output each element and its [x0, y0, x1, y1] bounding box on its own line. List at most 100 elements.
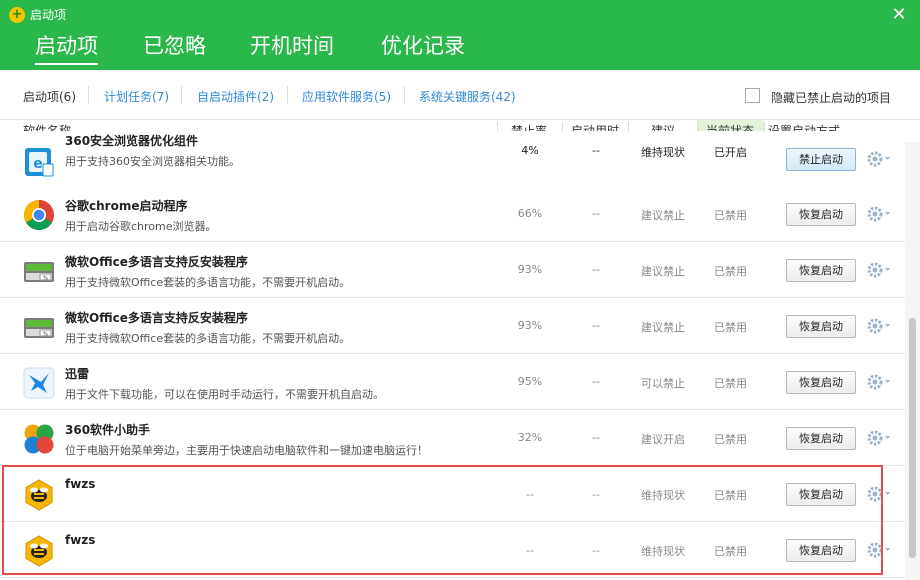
sub-tab-bar: 启动项(6) 计划任务(7) 自启动插件(2) 应用软件服务(5) 系统关键服务…: [0, 70, 920, 120]
disable-startup-button[interactable]: 禁止启动: [786, 148, 856, 171]
subtab-autostart-plugins[interactable]: 自启动插件(2): [197, 88, 274, 105]
item-status: 已禁用: [714, 265, 747, 278]
item-time: --: [592, 375, 600, 388]
list-item: e 360安全浏览器优化组件 用于支持360安全浏览器相关功能。 4% -- 维…: [0, 131, 905, 187]
list-item: 360软件小助手 位于电脑开始菜单旁边，主要用于快速启动电脑软件和一键加速电脑运…: [0, 410, 905, 466]
item-time: --: [592, 144, 600, 157]
item-suggestion: 建议开启: [641, 433, 685, 446]
item-name: 微软Office多语言支持反安装程序: [65, 255, 248, 269]
item-name: fwzs: [65, 533, 96, 547]
item-description: 用于文件下载功能，可以在使用时手动运行，不需要开机自启动。: [65, 388, 384, 401]
tab-optimize-log[interactable]: 优化记录: [381, 30, 465, 60]
restore-startup-button[interactable]: 恢复启动: [786, 315, 856, 338]
gear-icon[interactable]: [866, 373, 892, 391]
item-rate: 93%: [517, 263, 543, 276]
restore-startup-button[interactable]: 恢复启动: [786, 427, 856, 450]
list-item: % 微软Office多语言支持反安装程序 用于支持微软Office套装的多语言功…: [0, 298, 905, 354]
svg-text:%: %: [43, 276, 48, 282]
item-suggestion: 建议禁止: [641, 265, 685, 278]
item-suggestion: 维持现状: [641, 146, 685, 159]
chrome-icon: [23, 200, 54, 231]
restore-startup-button[interactable]: 恢复启动: [786, 539, 856, 562]
item-name: 360安全浏览器优化组件: [65, 134, 199, 148]
gear-icon[interactable]: [866, 429, 892, 447]
restore-startup-button[interactable]: 恢复启动: [786, 259, 856, 282]
360-assistant-icon: [24, 424, 54, 454]
list-item: fwzs -- -- 维持现状 已禁用 恢复启动: [0, 466, 905, 522]
item-name: fwzs: [65, 477, 96, 491]
list-item: 迅雷 用于文件下载功能，可以在使用时手动运行，不需要开机自启动。 95% -- …: [0, 354, 905, 410]
item-rate: --: [526, 488, 534, 501]
item-suggestion: 可以禁止: [641, 377, 685, 390]
item-status: 已禁用: [714, 433, 747, 446]
gear-icon[interactable]: [866, 485, 892, 503]
tab-startup[interactable]: 启动项: [35, 30, 98, 65]
item-description: 用于支持微软Office套装的多语言功能，不需要开机启动。: [65, 332, 351, 345]
item-time: --: [592, 207, 600, 220]
gear-icon[interactable]: [866, 150, 892, 168]
item-rate: --: [526, 544, 534, 557]
item-status: 已禁用: [714, 489, 747, 502]
item-name: 迅雷: [65, 367, 90, 381]
item-status: 已禁用: [714, 321, 747, 334]
bee-icon: [25, 535, 53, 567]
divider: [181, 86, 182, 104]
item-suggestion: 建议禁止: [641, 209, 685, 222]
item-status: 已开启: [714, 146, 747, 159]
divider: [88, 86, 89, 104]
item-rate: 66%: [517, 207, 543, 220]
subtab-app-services[interactable]: 应用软件服务(5): [302, 88, 391, 105]
hide-disabled-label: 隐藏已禁止启动的项目: [771, 91, 892, 105]
restore-startup-button[interactable]: 恢复启动: [786, 483, 856, 506]
divider: [287, 86, 288, 104]
svg-text:e: e: [33, 156, 43, 172]
app-logo-icon: +: [9, 7, 25, 23]
gear-icon[interactable]: [866, 317, 892, 335]
list-item: fwzs -- -- 维持现状 已禁用 恢复启动: [0, 522, 905, 578]
svg-text:%: %: [43, 332, 48, 338]
vertical-scrollbar[interactable]: [905, 142, 920, 580]
item-time: --: [592, 488, 600, 501]
item-description: 用于启动谷歌chrome浏览器。: [65, 220, 217, 233]
divider: [404, 86, 405, 104]
subtab-scheduled-tasks[interactable]: 计划任务(7): [104, 88, 169, 105]
close-icon[interactable]: ✕: [890, 6, 908, 24]
subtab-system-services[interactable]: 系统关键服务(42): [419, 88, 516, 105]
list-item: 谷歌chrome启动程序 用于启动谷歌chrome浏览器。 66% -- 建议禁…: [0, 186, 905, 242]
gear-icon[interactable]: [866, 205, 892, 223]
subtab-startup-items[interactable]: 启动项(6): [23, 88, 76, 105]
360-browser-icon: e: [25, 148, 54, 177]
title-bar: + 启动项 ✕ 启动项 已忽略 开机时间 优化记录: [0, 0, 920, 70]
gear-icon[interactable]: [866, 261, 892, 279]
item-rate: 93%: [517, 319, 543, 332]
item-suggestion: 维持现状: [641, 489, 685, 502]
tab-boot-time[interactable]: 开机时间: [250, 30, 334, 60]
item-suggestion: 建议禁止: [641, 321, 685, 334]
bee-icon: [25, 479, 53, 511]
scrollbar-thumb[interactable]: [909, 318, 916, 558]
restore-startup-button[interactable]: 恢复启动: [786, 203, 856, 226]
item-time: --: [592, 431, 600, 444]
item-rate: 95%: [517, 375, 543, 388]
item-rate: 32%: [517, 431, 543, 444]
tab-ignored[interactable]: 已忽略: [143, 30, 206, 60]
item-suggestion: 维持现状: [641, 545, 685, 558]
list-item: % 微软Office多语言支持反安装程序 用于支持微软Office套装的多语言功…: [0, 242, 905, 298]
item-status: 已禁用: [714, 209, 747, 222]
item-time: --: [592, 319, 600, 332]
startup-list: e 360安全浏览器优化组件 用于支持360安全浏览器相关功能。 4% -- 维…: [0, 131, 905, 580]
item-name: 微软Office多语言支持反安装程序: [65, 311, 248, 325]
office-installer-icon: %: [24, 318, 54, 338]
item-time: --: [592, 263, 600, 276]
item-name: 360软件小助手: [65, 423, 151, 437]
item-description: 用于支持微软Office套装的多语言功能，不需要开机启动。: [65, 276, 351, 289]
restore-startup-button[interactable]: 恢复启动: [786, 371, 856, 394]
item-rate: 4%: [521, 144, 539, 157]
office-installer-icon: %: [24, 262, 54, 282]
item-time: --: [592, 544, 600, 557]
item-name: 谷歌chrome启动程序: [65, 199, 188, 213]
hide-disabled-checkbox[interactable]: [745, 88, 760, 103]
gear-icon[interactable]: [866, 541, 892, 559]
thunder-icon: [23, 367, 55, 399]
item-status: 已禁用: [714, 377, 747, 390]
